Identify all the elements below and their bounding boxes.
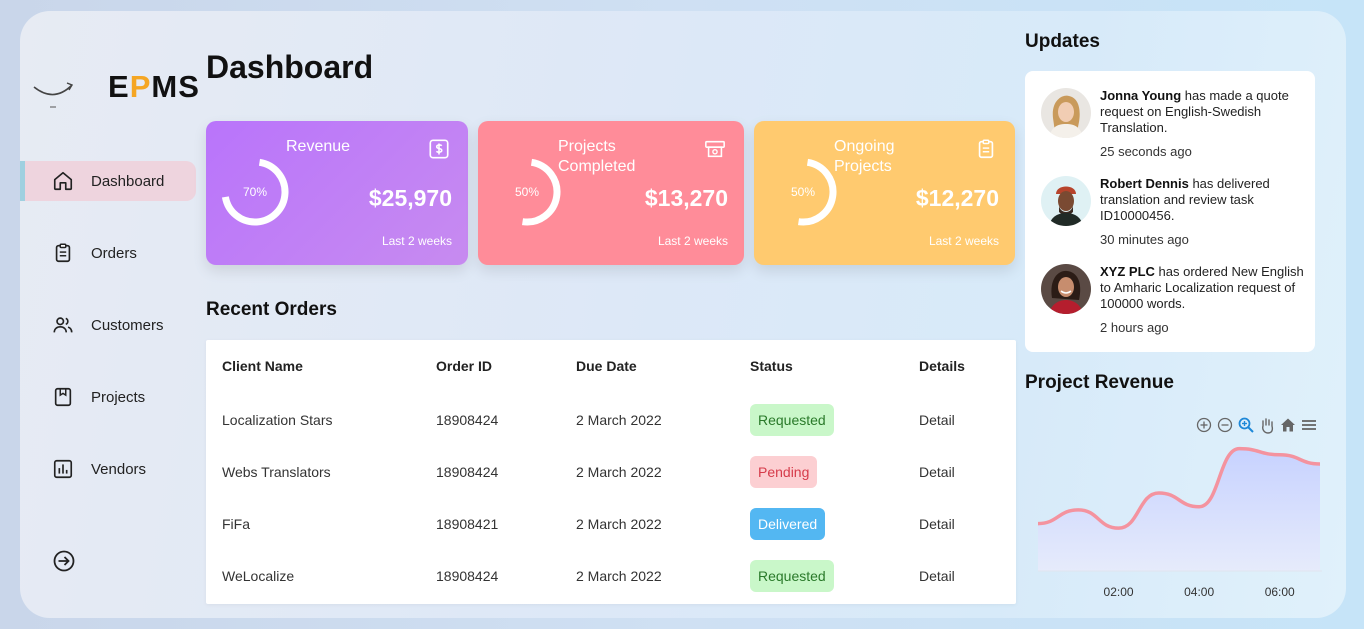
logo-text: EPMS xyxy=(108,69,200,104)
client-name: Localization Stars xyxy=(222,412,333,428)
update-item: Jonna Young has made a quote request on … xyxy=(1041,88,1301,168)
update-time: 25 seconds ago xyxy=(1100,144,1192,159)
due-date: 2 March 2022 xyxy=(576,412,662,428)
card-subtitle: Last 2 weeks xyxy=(928,234,999,248)
status-badge: Requested xyxy=(750,404,834,436)
project-revenue-chart: 02:00 04:00 06:00 xyxy=(1037,446,1322,599)
card-value: $25,970 xyxy=(368,185,452,211)
sidebar-item-dashboard[interactable]: Dashboard xyxy=(20,161,196,201)
sidebar-item-label: Customers xyxy=(91,316,164,334)
card-value: $13,270 xyxy=(644,185,728,211)
sidebar-item-label: Dashboard xyxy=(91,172,165,190)
status-cell: Delivered xyxy=(750,508,826,540)
sidebar-item-vendors[interactable]: Vendors xyxy=(20,449,200,489)
table-row: FiFa 18908421 2 March 2022 Delivered Det… xyxy=(206,508,1016,540)
detail-link[interactable]: Detail xyxy=(919,405,955,435)
dollar-icon xyxy=(429,139,449,159)
status-cell: Requested xyxy=(750,404,834,436)
card-value: $12,270 xyxy=(915,185,999,211)
table-header: Client Name Order ID Due Date Status Det… xyxy=(206,351,1016,381)
update-text: Robert Dennis has delivered translation … xyxy=(1100,176,1270,223)
recent-orders-title: Recent Orders xyxy=(206,299,337,320)
status-badge: Pending xyxy=(750,456,818,488)
sidebar-item-customers[interactable]: Customers xyxy=(20,305,200,345)
orders-table: Client Name Order ID Due Date Status Det… xyxy=(206,340,1016,604)
update-text: Jonna Young has made a quote request on … xyxy=(1100,88,1289,135)
card-subtitle: Last 2 weeks xyxy=(657,234,728,248)
detail-link[interactable]: Detail xyxy=(919,457,955,487)
update-time: 2 hours ago xyxy=(1100,320,1169,335)
progress-percent: 50% xyxy=(514,185,540,199)
column-header: Order ID xyxy=(436,358,493,374)
order-id: 18908424 xyxy=(436,568,499,584)
due-date: 2 March 2022 xyxy=(576,464,662,480)
card-title: Ongoing Projects xyxy=(834,138,895,175)
progress-percent: 50% xyxy=(790,185,816,199)
ongoing-projects-card: Ongoing Projects 50% $12,270 Last 2 week… xyxy=(754,121,1015,265)
bookmark-icon xyxy=(54,387,72,407)
logo: EPMS xyxy=(32,65,202,115)
x-tick-label: 06:00 xyxy=(1265,585,1295,599)
revenue-card: Revenue 70% $25,970 Last 2 weeks xyxy=(206,121,468,265)
update-text: XYZ PLC has ordered New English to Amhar… xyxy=(1100,264,1304,311)
column-header: Status xyxy=(750,358,793,374)
money-icon xyxy=(705,140,725,158)
table-row: Webs Translators 18908424 2 March 2022 P… xyxy=(206,456,1016,488)
sidebar-item-label: Vendors xyxy=(91,460,147,478)
update-time: 30 minutes ago xyxy=(1100,232,1189,247)
status-cell: Requested xyxy=(750,560,834,592)
client-name: WeLocalize xyxy=(222,568,295,584)
sidebar-nav: Dashboard Orders Customers Projects Vend… xyxy=(20,161,200,521)
status-badge: Delivered xyxy=(750,508,826,540)
detail-link[interactable]: Detail xyxy=(919,561,955,591)
x-tick-label: 02:00 xyxy=(1104,585,1134,599)
app-window: EPMS Dashboard Orders Customers Projects… xyxy=(20,11,1346,618)
card-title: Projects Completed xyxy=(558,138,636,175)
column-header: Details xyxy=(919,358,965,374)
order-id: 18908424 xyxy=(436,412,499,428)
detail-link[interactable]: Detail xyxy=(919,509,955,539)
updates-title: Updates xyxy=(1025,31,1100,52)
progress-percent: 70% xyxy=(242,185,268,199)
logout-icon[interactable] xyxy=(52,549,76,573)
client-name: FiFa xyxy=(222,516,250,532)
update-item: XYZ PLC has ordered New English to Amhar… xyxy=(1041,264,1304,344)
status-badge: Requested xyxy=(750,560,834,592)
logo-smile-icon xyxy=(33,82,74,108)
order-id: 18908424 xyxy=(436,464,499,480)
users-icon xyxy=(53,317,73,333)
project-revenue-title: Project Revenue xyxy=(1025,372,1174,393)
clipboard-icon xyxy=(55,243,71,263)
sidebar-item-projects[interactable]: Projects xyxy=(20,377,200,417)
order-id: 18908421 xyxy=(436,516,499,532)
sidebar-item-orders[interactable]: Orders xyxy=(20,233,200,273)
table-row: Localization Stars 18908424 2 March 2022… xyxy=(206,404,1016,436)
sidebar-item-label: Projects xyxy=(91,388,146,406)
update-item: Robert Dennis has delivered translation … xyxy=(1041,176,1301,256)
x-tick-label: 04:00 xyxy=(1184,585,1214,599)
status-cell: Pending xyxy=(750,456,818,488)
card-subtitle: Last 2 weeks xyxy=(381,234,452,248)
sidebar-item-label: Orders xyxy=(91,244,137,262)
bar-chart-icon xyxy=(53,459,73,479)
card-title: Revenue xyxy=(286,138,351,155)
clipboard-icon xyxy=(978,139,994,159)
x-axis-ticks: 02:00 04:00 06:00 xyxy=(1104,585,1295,599)
column-header: Due Date xyxy=(576,358,637,374)
avatar xyxy=(1041,88,1091,138)
avatar xyxy=(1041,264,1091,314)
table-row: WeLocalize 18908424 2 March 2022 Request… xyxy=(206,560,1016,592)
due-date: 2 March 2022 xyxy=(576,516,662,532)
home-icon xyxy=(53,171,73,191)
column-header: Client Name xyxy=(222,358,303,374)
client-name: Webs Translators xyxy=(222,464,331,480)
avatar xyxy=(1041,176,1091,226)
projects-completed-card: Projects Completed 50% $13,270 Last 2 we… xyxy=(478,121,744,265)
due-date: 2 March 2022 xyxy=(576,568,662,584)
updates-panel: Jonna Young has made a quote request on … xyxy=(1025,71,1315,352)
page-title: Dashboard xyxy=(206,49,374,85)
